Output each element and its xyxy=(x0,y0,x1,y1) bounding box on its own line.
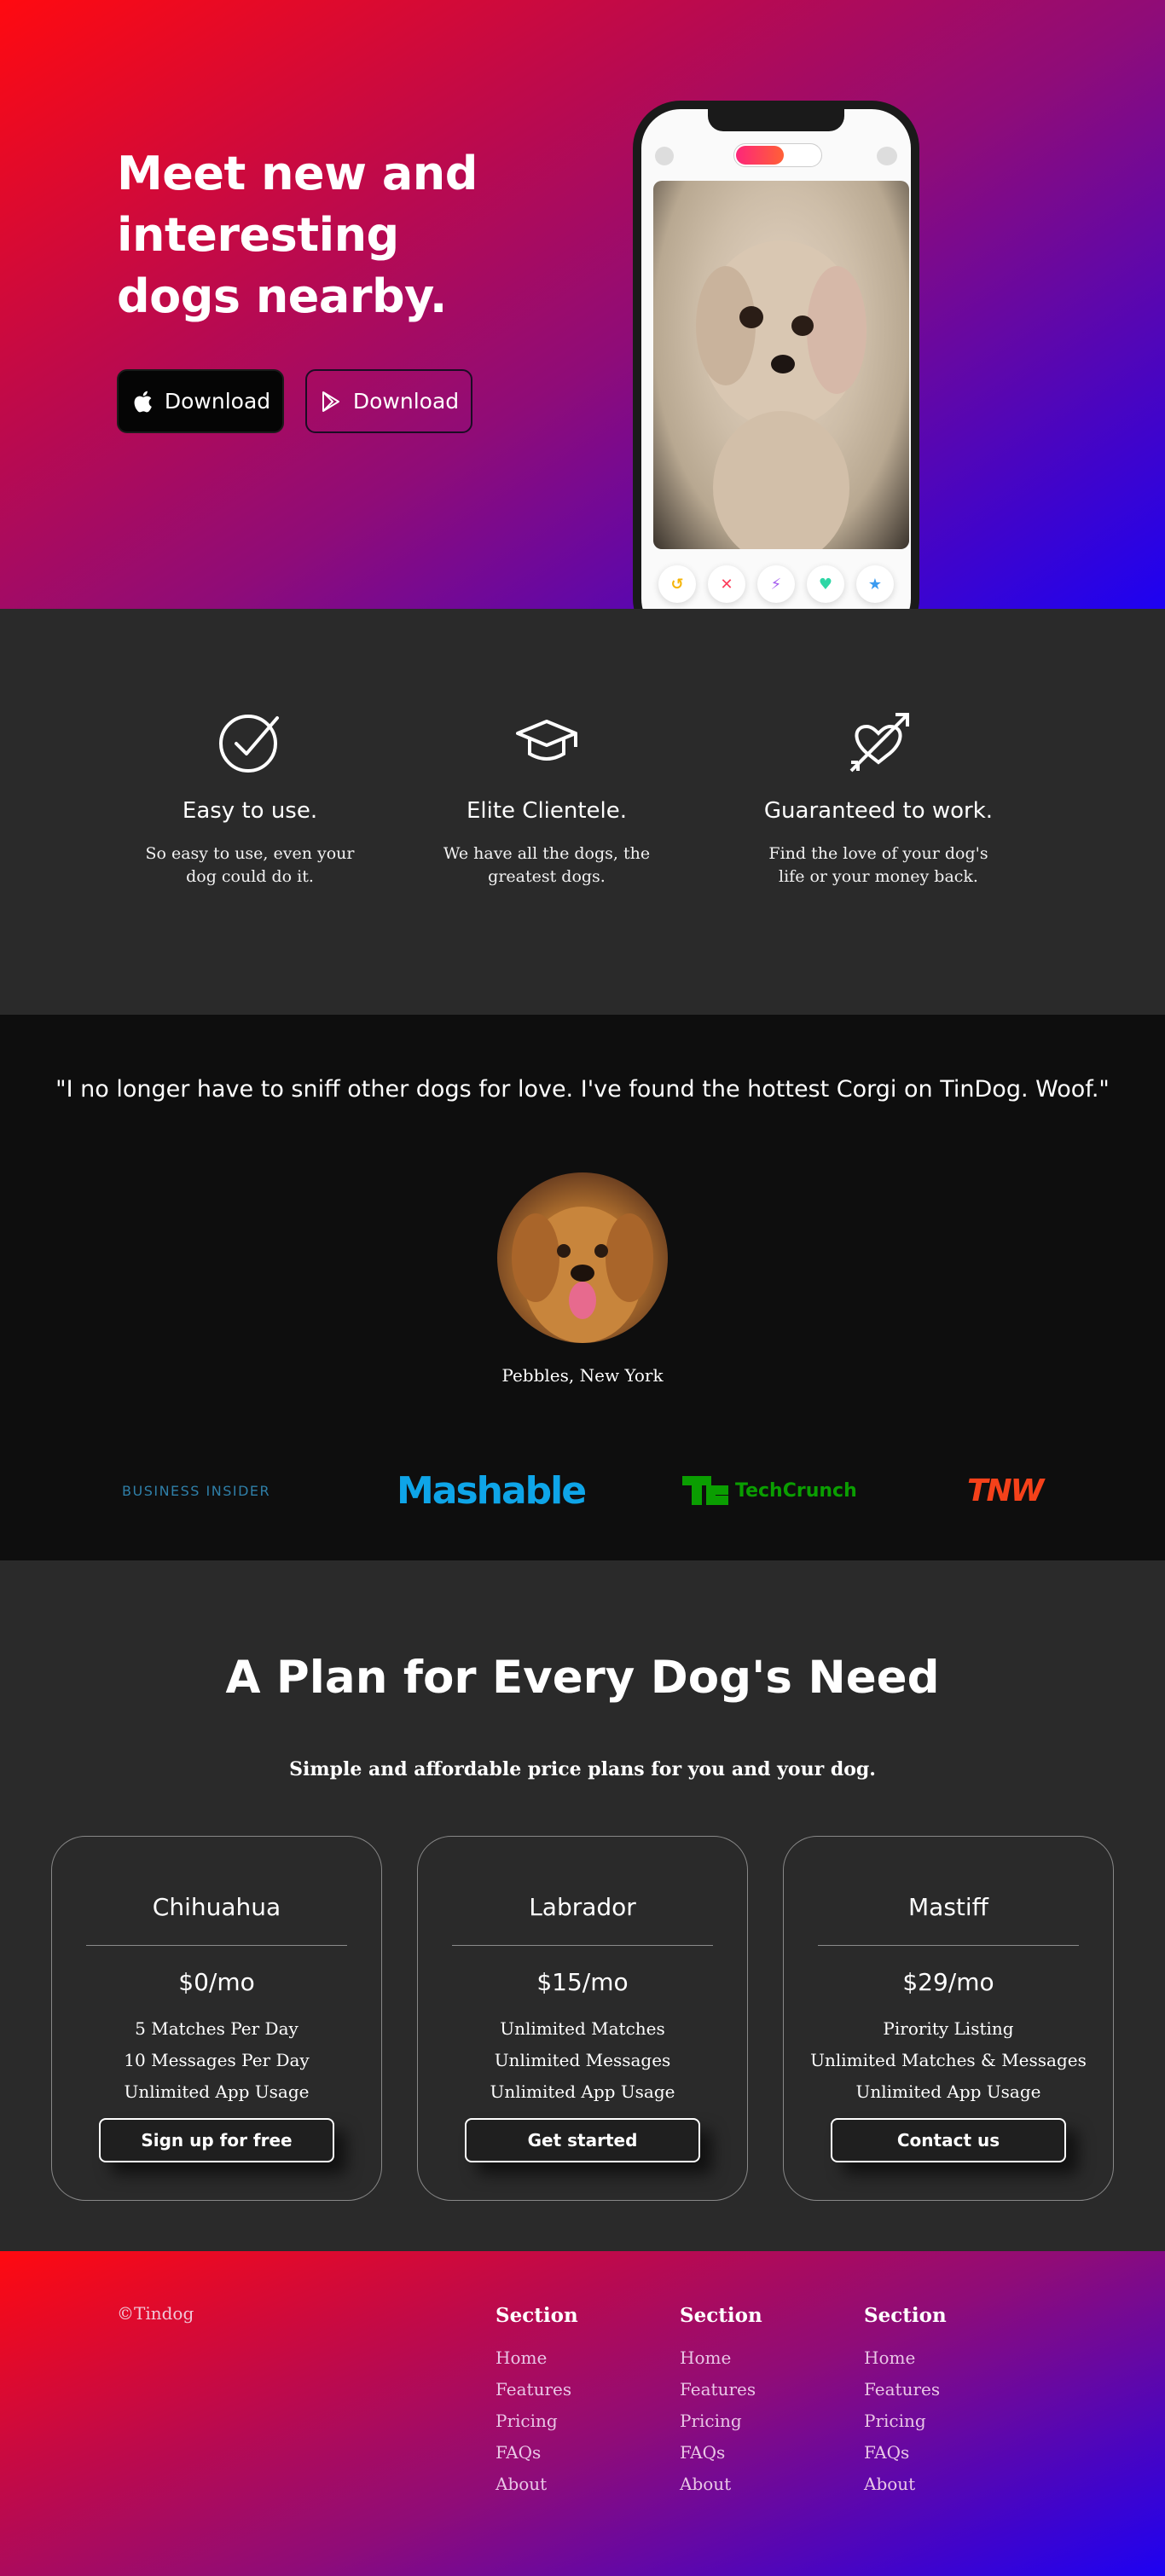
rewind-icon: ↺ xyxy=(658,565,696,603)
super-like-icon: ★ xyxy=(856,565,894,603)
plan-card-chihuahua: Chihuahua $0/mo 5 Matches Per Day 10 Mes… xyxy=(51,1836,382,2201)
plan-card-mastiff: Mastiff $29/mo Pirority Listing Unlimite… xyxy=(783,1836,1114,2201)
feature-text: Find the love of your dog's life or your… xyxy=(768,844,988,886)
phone-action-bar: ↺ ✕ ⚡ ♥ ★ xyxy=(641,565,911,608)
contact-us-button[interactable]: Contact us xyxy=(831,2118,1066,2162)
apple-icon xyxy=(130,389,154,414)
footer-link-faqs[interactable]: FAQs xyxy=(680,2437,762,2469)
testimonial-section: "I no longer have to sniff other dogs fo… xyxy=(0,1015,1165,1560)
copyright: ©Tindog xyxy=(117,2303,194,2324)
sign-up-free-button[interactable]: Sign up for free xyxy=(99,2118,334,2162)
check-circle-icon xyxy=(219,715,279,773)
press-logo-business-insider: BUSINESS INSIDER xyxy=(122,1482,271,1499)
feature-elite: Elite Clientele. We have all the dogs, t… xyxy=(410,708,683,889)
plan-divider xyxy=(818,1945,1079,1946)
footer-heading: Section xyxy=(496,2304,578,2327)
techcrunch-mark-icon xyxy=(682,1476,728,1505)
like-icon: ♥ xyxy=(807,565,844,603)
press-logo-tnw: TNW xyxy=(967,1473,1044,1508)
hero-section: Meet new and interesting dogs nearby. Do… xyxy=(0,0,1165,609)
press-logo-techcrunch: TechCrunch xyxy=(682,1465,857,1516)
footer-link-home[interactable]: Home xyxy=(864,2342,947,2374)
apple-download-label: Download xyxy=(164,389,271,414)
plan-name: Chihuahua xyxy=(152,1893,281,1921)
feature-title: Elite Clientele. xyxy=(466,798,628,824)
plan-divider xyxy=(86,1945,347,1946)
footer-heading: Section xyxy=(864,2304,947,2327)
features-section: Easy to use. So easy to use, even your d… xyxy=(0,609,1165,1015)
footer-link-pricing[interactable]: Pricing xyxy=(496,2405,578,2437)
footer-link-home[interactable]: Home xyxy=(680,2342,762,2374)
footer-link-about[interactable]: About xyxy=(496,2469,578,2500)
footer: ©Tindog Section Home Features Pricing FA… xyxy=(0,2251,1165,2576)
google-play-download-button[interactable]: Download xyxy=(305,369,472,433)
feature-text: We have all the dogs, the greatest dogs. xyxy=(443,844,651,886)
plan-features: 5 Matches Per Day 10 Messages Per Day Un… xyxy=(52,2013,381,2108)
profile-icon xyxy=(655,147,674,165)
footer-link-features[interactable]: Features xyxy=(496,2374,578,2405)
footer-link-about[interactable]: About xyxy=(680,2469,762,2500)
plan-features: Unlimited Matches Unlimited Messages Unl… xyxy=(418,2013,747,2108)
plan-feature: Unlimited App Usage xyxy=(124,2081,310,2102)
plan-feature: Unlimited App Usage xyxy=(490,2081,675,2102)
feature-text: So easy to use, even your dog could do i… xyxy=(145,844,355,886)
plan-feature: Unlimited Messages xyxy=(494,2050,671,2070)
plan-divider xyxy=(452,1945,713,1946)
plan-feature: 5 Matches Per Day xyxy=(135,2018,298,2039)
nope-icon: ✕ xyxy=(708,565,745,603)
feature-title: Guaranteed to work. xyxy=(763,798,994,824)
phone-screen: ↺ ✕ ⚡ ♥ ★ xyxy=(641,109,911,609)
hero-title: Meet new and interesting dogs nearby. xyxy=(117,147,478,323)
plan-name: Mastiff xyxy=(908,1893,988,1921)
footer-column: Section Home Features Pricing FAQs About xyxy=(864,2304,947,2500)
phone-app-header xyxy=(641,143,911,169)
testimonial-avatar xyxy=(497,1172,668,1343)
dog-profile-photo xyxy=(653,181,909,549)
footer-link-about[interactable]: About xyxy=(864,2469,947,2500)
get-started-button[interactable]: Get started xyxy=(465,2118,700,2162)
chat-icon xyxy=(877,147,897,165)
phone-notch xyxy=(708,109,844,131)
plan-card-labrador: Labrador $15/mo Unlimited Matches Unlimi… xyxy=(417,1836,748,2201)
phone-mockup: ↺ ✕ ⚡ ♥ ★ xyxy=(633,101,919,609)
footer-link-features[interactable]: Features xyxy=(680,2374,762,2405)
feature-guaranteed: Guaranteed to work. Find the love of you… xyxy=(742,708,1015,889)
pricing-section: A Plan for Every Dog's Need Simple and a… xyxy=(0,1560,1165,2251)
mode-toggle xyxy=(733,143,822,167)
plan-price: $0/mo xyxy=(178,1968,255,1996)
google-download-label: Download xyxy=(352,389,460,414)
pricing-title: A Plan for Every Dog's Need xyxy=(225,1652,940,1704)
heart-arrow-icon xyxy=(849,713,909,773)
pricing-subtitle: Simple and affordable price plans for yo… xyxy=(289,1758,876,1780)
footer-link-pricing[interactable]: Pricing xyxy=(680,2405,762,2437)
boost-icon: ⚡ xyxy=(757,565,795,603)
plan-feature: Unlimited Matches xyxy=(500,2018,665,2039)
footer-column: Section Home Features Pricing FAQs About xyxy=(680,2304,762,2500)
plan-feature: Unlimited App Usage xyxy=(855,2081,1041,2102)
feature-title: Easy to use. xyxy=(182,798,318,824)
feature-easy: Easy to use. So easy to use, even your d… xyxy=(113,708,386,889)
plan-price: $15/mo xyxy=(536,1968,629,1996)
plan-features: Pirority Listing Unlimited Matches & Mes… xyxy=(784,2013,1113,2108)
testimonial-author: Pebbles, New York xyxy=(501,1365,664,1386)
footer-column: Section Home Features Pricing FAQs About xyxy=(496,2304,578,2500)
footer-link-features[interactable]: Features xyxy=(864,2374,947,2405)
testimonial-quote: "I no longer have to sniff other dogs fo… xyxy=(55,1076,1110,1103)
footer-link-faqs[interactable]: FAQs xyxy=(496,2437,578,2469)
footer-link-pricing[interactable]: Pricing xyxy=(864,2405,947,2437)
press-logo-mashable: Mashable xyxy=(397,1468,587,1513)
plan-price: $29/mo xyxy=(902,1968,994,1996)
plan-feature: 10 Messages Per Day xyxy=(124,2050,310,2070)
graduation-cap-icon xyxy=(516,720,577,761)
google-play-icon xyxy=(319,389,343,414)
plan-name: Labrador xyxy=(529,1893,636,1921)
footer-link-home[interactable]: Home xyxy=(496,2342,578,2374)
apple-download-button[interactable]: Download xyxy=(117,369,284,433)
plan-feature: Unlimited Matches & Messages xyxy=(810,2050,1087,2070)
footer-link-faqs[interactable]: FAQs xyxy=(864,2437,947,2469)
footer-heading: Section xyxy=(680,2304,762,2327)
plan-feature: Pirority Listing xyxy=(883,2018,1014,2039)
